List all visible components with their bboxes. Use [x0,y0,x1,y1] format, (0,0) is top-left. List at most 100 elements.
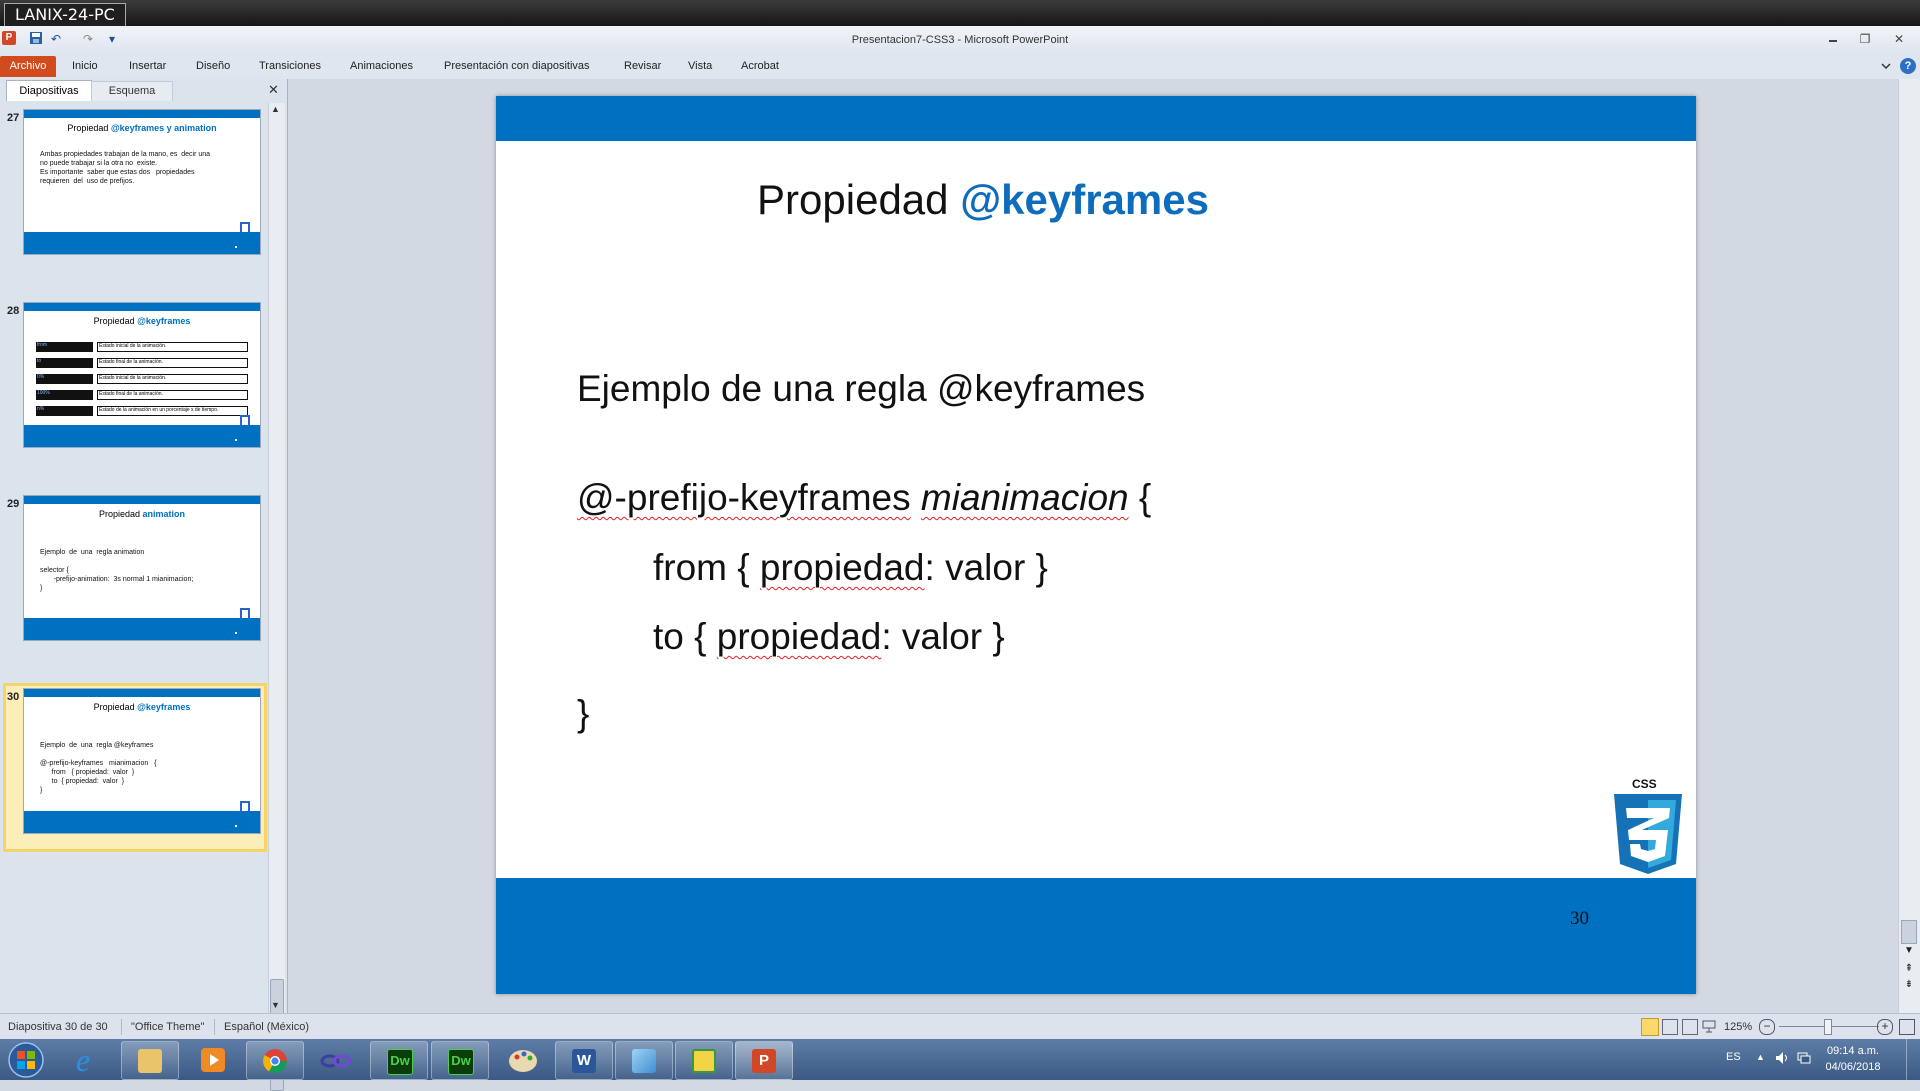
normal-view-icon[interactable] [1641,1018,1659,1036]
windows-taskbar: e Dw Dw W P ES ▲ 09:14 a.m. 04/06/2018 [0,1039,1920,1080]
slide-thumbnail-30[interactable]: Propiedad @keyframes Ejemplo de una regl… [23,688,261,834]
tab-revisar[interactable]: Revisar [624,60,661,72]
slide-number: 30 [7,691,20,703]
slide-number: 28 [7,305,20,317]
volume-icon[interactable] [1774,1050,1790,1066]
code-line-4[interactable]: } [577,693,589,735]
tab-acrobat[interactable]: Acrobat [741,60,779,72]
redo-icon[interactable]: ↷ [80,31,96,47]
language-tray[interactable]: ES [1726,1051,1741,1063]
slide-thumbnail-27[interactable]: Propiedad @keyframes y animation Ambas p… [23,109,261,255]
media-player-icon[interactable] [193,1043,233,1077]
restore-button[interactable]: ❐ [1852,30,1878,48]
minimize-button[interactable] [1820,30,1846,48]
word-icon[interactable]: W [555,1041,613,1080]
thumbnail-title: Propiedad animation [98,509,186,519]
close-button[interactable]: ✕ [1886,30,1912,48]
remote-desktop-bar: LANIX-24-PC [0,0,1920,26]
tab-inicio[interactable]: Inicio [72,60,98,72]
chrome-icon[interactable] [246,1041,304,1080]
tray-expand-icon[interactable]: ▲ [1756,1052,1765,1062]
thumbnail-body: Ejemplo de una regla animation selector … [40,549,194,592]
ribbon-tabs: Archivo Inicio Insertar Diseño Transicio… [0,55,1920,80]
help-icon[interactable]: ? [1900,58,1916,74]
slide-top-bar [496,96,1696,141]
previous-slide-icon[interactable]: ⇞ [1902,962,1916,976]
tab-file[interactable]: Archivo [0,56,56,77]
slide-thumbnail-29[interactable]: Propiedad animation Ejemplo de una regla… [23,495,261,641]
customize-quick-access-icon[interactable]: ▾ [104,31,120,47]
slide-number: 29 [7,498,20,510]
css3-shield-icon [1612,794,1684,876]
network-tray-icon[interactable] [1796,1050,1812,1066]
panel-scrollbar[interactable] [268,103,285,1013]
slideshow-icon[interactable] [1702,1019,1716,1033]
thumbnail-table: from Estado inicial de la animación. to … [36,342,248,416]
ie-icon[interactable]: e [62,1042,116,1078]
next-slide-icon[interactable]: ⇟ [1902,978,1916,992]
theme-name[interactable]: "Office Theme" [131,1021,204,1033]
panel-scroll-down-icon[interactable]: ▼ [271,1000,280,1010]
fit-to-window-icon[interactable] [1899,1019,1915,1035]
start-button[interactable] [4,1040,52,1080]
zoom-level[interactable]: 125% [1724,1021,1752,1033]
powerpoint-app-icon[interactable]: P [2,31,16,45]
css-logo-label: CSS [1632,777,1657,791]
thumbnail-title: Propiedad @keyframes [93,702,191,712]
paint-icon[interactable] [498,1043,548,1077]
panel-scroll-up-icon[interactable]: ▲ [271,104,280,114]
thumbnail-title: Propiedad @keyframes [93,316,191,326]
tab-vista[interactable]: Vista [688,60,712,72]
slide-counter: Diapositiva 30 de 30 [8,1021,108,1033]
picture-icon[interactable] [675,1041,733,1080]
clock-date[interactable]: 04/06/2018 [1818,1061,1888,1073]
slide-scrollbar[interactable] [1898,79,1920,1013]
code-line-3[interactable]: to { propiedad: valor } [653,616,1005,658]
slide-sorter-icon[interactable] [1662,1019,1678,1035]
title-bar: Presentacion7-CSS3 - Microsoft PowerPoin… [0,26,1920,56]
show-desktop-button[interactable] [1906,1039,1920,1080]
scroll-down-icon[interactable]: ▼ [1902,944,1916,958]
save-icon[interactable] [28,31,44,47]
language-indicator[interactable]: Español (México) [224,1021,309,1033]
slide-number-text: 30 [1570,908,1589,929]
network-icon[interactable] [316,1043,356,1077]
tab-outline[interactable]: Esquema [91,81,173,101]
thumbnail-body: Ejemplo de una regla @keyframes @-prefij… [40,742,157,794]
slide-scroll-thumb[interactable] [1901,920,1917,944]
panel-close-icon[interactable]: ✕ [268,82,279,98]
undo-icon[interactable]: ↶ [48,31,64,47]
thumbnail-title: Propiedad @keyframes y animation [67,123,217,133]
explorer-icon[interactable] [121,1041,179,1080]
tab-animaciones[interactable]: Animaciones [350,60,413,72]
code-line-2[interactable]: from { propiedad: valor } [653,547,1048,589]
clock-time[interactable]: 09:14 a.m. [1818,1045,1888,1057]
slides-panel: Diapositivas Esquema ✕ ▲ ▼ 27 Propiedad … [0,79,288,1091]
thumbnail-body: Ambas propiedades trabajan de la mano, e… [40,151,211,185]
svg-text:e: e [76,1043,90,1077]
tab-slides[interactable]: Diapositivas [6,80,92,101]
reading-view-icon[interactable] [1682,1019,1698,1035]
powerpoint-icon[interactable]: P [735,1041,793,1080]
files-icon[interactable] [615,1041,673,1080]
remote-host-tab[interactable]: LANIX-24-PC [4,3,126,26]
slide-subtitle[interactable]: Ejemplo de una regla @keyframes [577,368,1145,410]
code-line-1[interactable]: @-prefijo-keyframes mianimacion { [577,477,1151,519]
zoom-out-icon[interactable]: − [1759,1019,1775,1035]
tab-diseno[interactable]: Diseño [196,60,230,72]
dreamweaver-icon[interactable]: Dw [370,1041,428,1080]
ribbon-collapse-icon[interactable] [1880,59,1894,73]
slide-title[interactable]: Propiedad @keyframes [496,176,1470,224]
tab-presentacion[interactable]: Presentación con diapositivas [444,60,590,72]
slide-canvas[interactable]: Propiedad @keyframes Ejemplo de una regl… [496,96,1696,994]
window-title: Presentacion7-CSS3 - Microsoft PowerPoin… [851,34,1069,46]
zoom-in-icon[interactable]: + [1877,1019,1893,1035]
dreamweaver-icon-2[interactable]: Dw [431,1041,489,1080]
status-bar: Diapositiva 30 de 30 "Office Theme" Espa… [0,1013,1920,1040]
slide-bottom-bar [496,878,1696,994]
zoom-slider-handle[interactable] [1824,1019,1832,1035]
slide-number: 27 [7,112,20,124]
tab-insertar[interactable]: Insertar [129,60,166,72]
slide-thumbnail-28[interactable]: Propiedad @keyframes from Estado inicial… [23,302,261,448]
tab-transiciones[interactable]: Transiciones [259,60,321,72]
